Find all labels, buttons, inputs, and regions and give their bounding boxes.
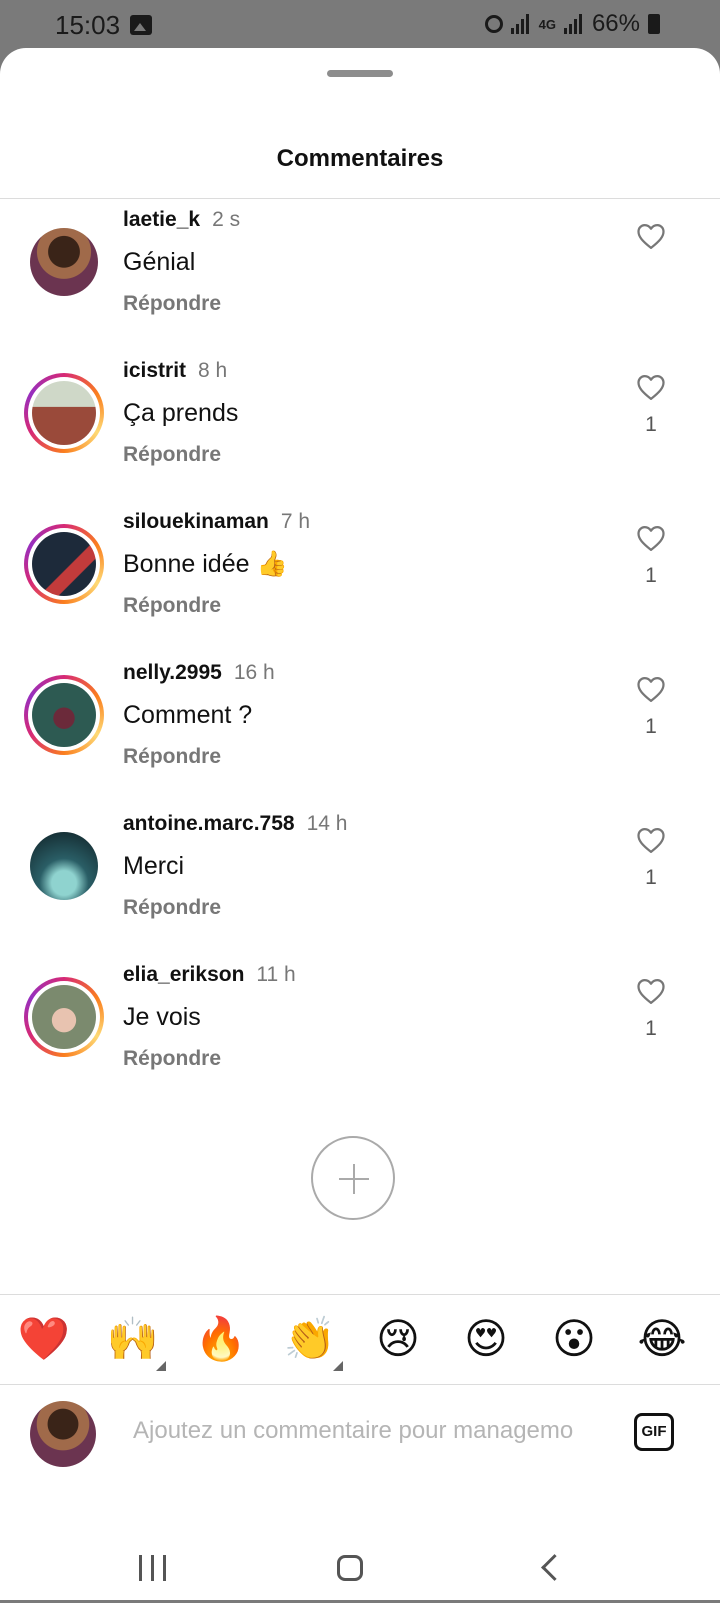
comment-username[interactable]: nelly.2995 (123, 661, 222, 684)
home-icon[interactable] (337, 1555, 363, 1581)
comment-time: 8 h (198, 359, 228, 382)
like-count: 1 (645, 1017, 657, 1040)
comment-username[interactable]: silouekinaman (123, 510, 269, 533)
battery-percent: 66% (591, 10, 640, 37)
avatar-with-story-ring[interactable] (24, 524, 104, 604)
emoji-tears-of-joy-button[interactable]: 😂 (634, 1311, 690, 1367)
emoji-surprised-button[interactable]: 😮 (546, 1311, 602, 1367)
avatar-with-story-ring[interactable] (24, 977, 104, 1057)
recents-icon[interactable] (139, 1555, 169, 1581)
comment-username[interactable]: icistrit (123, 359, 186, 382)
comment-item: icistrit 8 h Ça prends Répondre 1 (0, 351, 720, 491)
system-nav-bar (0, 1503, 720, 1603)
reply-button[interactable]: Répondre (123, 745, 221, 769)
signal-icon (510, 14, 531, 34)
like-heart-icon[interactable] (636, 977, 666, 1005)
skin-tone-indicator-icon (333, 1361, 343, 1371)
comment-text: Comment ? (123, 701, 253, 729)
comment-time: 14 h (306, 812, 348, 835)
emoji-heart-eyes-button[interactable]: 😍 (458, 1311, 514, 1367)
comment-time: 7 h (280, 510, 311, 533)
comment-input-bar: Ajoutez un commentaire pour managemo GIF (0, 1385, 720, 1485)
skin-tone-indicator-icon (156, 1361, 166, 1371)
like-heart-icon[interactable] (636, 524, 666, 552)
comment-username[interactable]: antoine.marc.758 (123, 812, 295, 835)
current-user-avatar (30, 1401, 96, 1467)
status-time: 15:03 (55, 10, 121, 40)
reply-button[interactable]: Répondre (123, 292, 221, 316)
back-icon[interactable] (541, 1554, 568, 1581)
comment-item: laetie_k 2 s Génial Répondre (0, 200, 720, 340)
comment-item: nelly.2995 16 h Comment ? Répondre 1 (0, 653, 720, 793)
like-heart-icon[interactable] (636, 826, 666, 854)
alarm-icon (484, 15, 503, 33)
comment-time: 11 h (256, 963, 296, 986)
reply-button[interactable]: Répondre (123, 1047, 221, 1071)
comment-username[interactable]: elia_erikson (123, 963, 244, 986)
comment-username[interactable]: laetie_k (123, 208, 200, 231)
avatar-with-story-ring[interactable] (24, 373, 104, 453)
emoji-fire-button[interactable]: 🔥 (193, 1311, 249, 1367)
avatar[interactable] (24, 222, 104, 302)
battery-icon (648, 14, 660, 34)
avatar[interactable] (24, 826, 104, 906)
emoji-clapping-button[interactable]: 👏 (282, 1311, 338, 1367)
emoji-crying-button[interactable]: 😢 (370, 1311, 426, 1367)
comment-text: Bonne idée 👍 (123, 550, 288, 578)
emoji-raised-hands-button[interactable]: 🙌 (105, 1311, 161, 1367)
comment-text: Je vois (123, 1003, 201, 1031)
sheet-title: Commentaires (276, 145, 444, 172)
like-count: 1 (645, 564, 657, 587)
comment-text: Génial (123, 248, 196, 276)
avatar-with-story-ring[interactable] (24, 675, 104, 755)
like-heart-icon[interactable] (636, 373, 666, 401)
comment-item: silouekinaman 7 h Bonne idée 👍 Répondre 1 (0, 502, 720, 642)
title-divider (0, 198, 720, 199)
emoji-heart-button[interactable]: ❤️ (16, 1311, 72, 1367)
status-bar: 15:03 4G 66% (0, 0, 720, 50)
status-icons: 4G 66% (484, 10, 660, 38)
reply-button[interactable]: Répondre (123, 896, 221, 920)
network-type: 4G (538, 16, 556, 32)
comment-time: 2 s (212, 208, 241, 231)
reply-button[interactable]: Répondre (123, 443, 221, 467)
reply-button[interactable]: Répondre (123, 594, 221, 618)
drag-handle[interactable] (327, 70, 393, 77)
signal-icon-2 (563, 14, 584, 34)
emoji-reaction-bar: ❤️ 🙌 🔥 👏 😢 😍 😮 😂 (0, 1295, 720, 1383)
load-more-plus-button[interactable] (311, 1136, 395, 1220)
comment-item: antoine.marc.758 14 h Merci Répondre 1 (0, 804, 720, 944)
comment-text: Ça prends (123, 399, 239, 427)
comment-item: elia_erikson 11 h Je vois Répondre 1 (0, 955, 720, 1095)
like-heart-icon[interactable] (636, 675, 666, 703)
comments-sheet: Commentaires laetie_k 2 s Génial Répondre… (0, 48, 720, 1600)
comment-time: 16 h (233, 661, 275, 684)
like-count: 1 (645, 715, 657, 738)
comment-text: Merci (123, 852, 185, 880)
like-heart-icon[interactable] (636, 222, 666, 250)
like-count: 1 (645, 866, 657, 889)
comment-input[interactable]: Ajoutez un commentaire pour managemo (133, 1417, 613, 1445)
image-notification-icon (130, 15, 152, 35)
gif-button[interactable]: GIF (634, 1413, 674, 1451)
like-count: 1 (645, 413, 657, 436)
